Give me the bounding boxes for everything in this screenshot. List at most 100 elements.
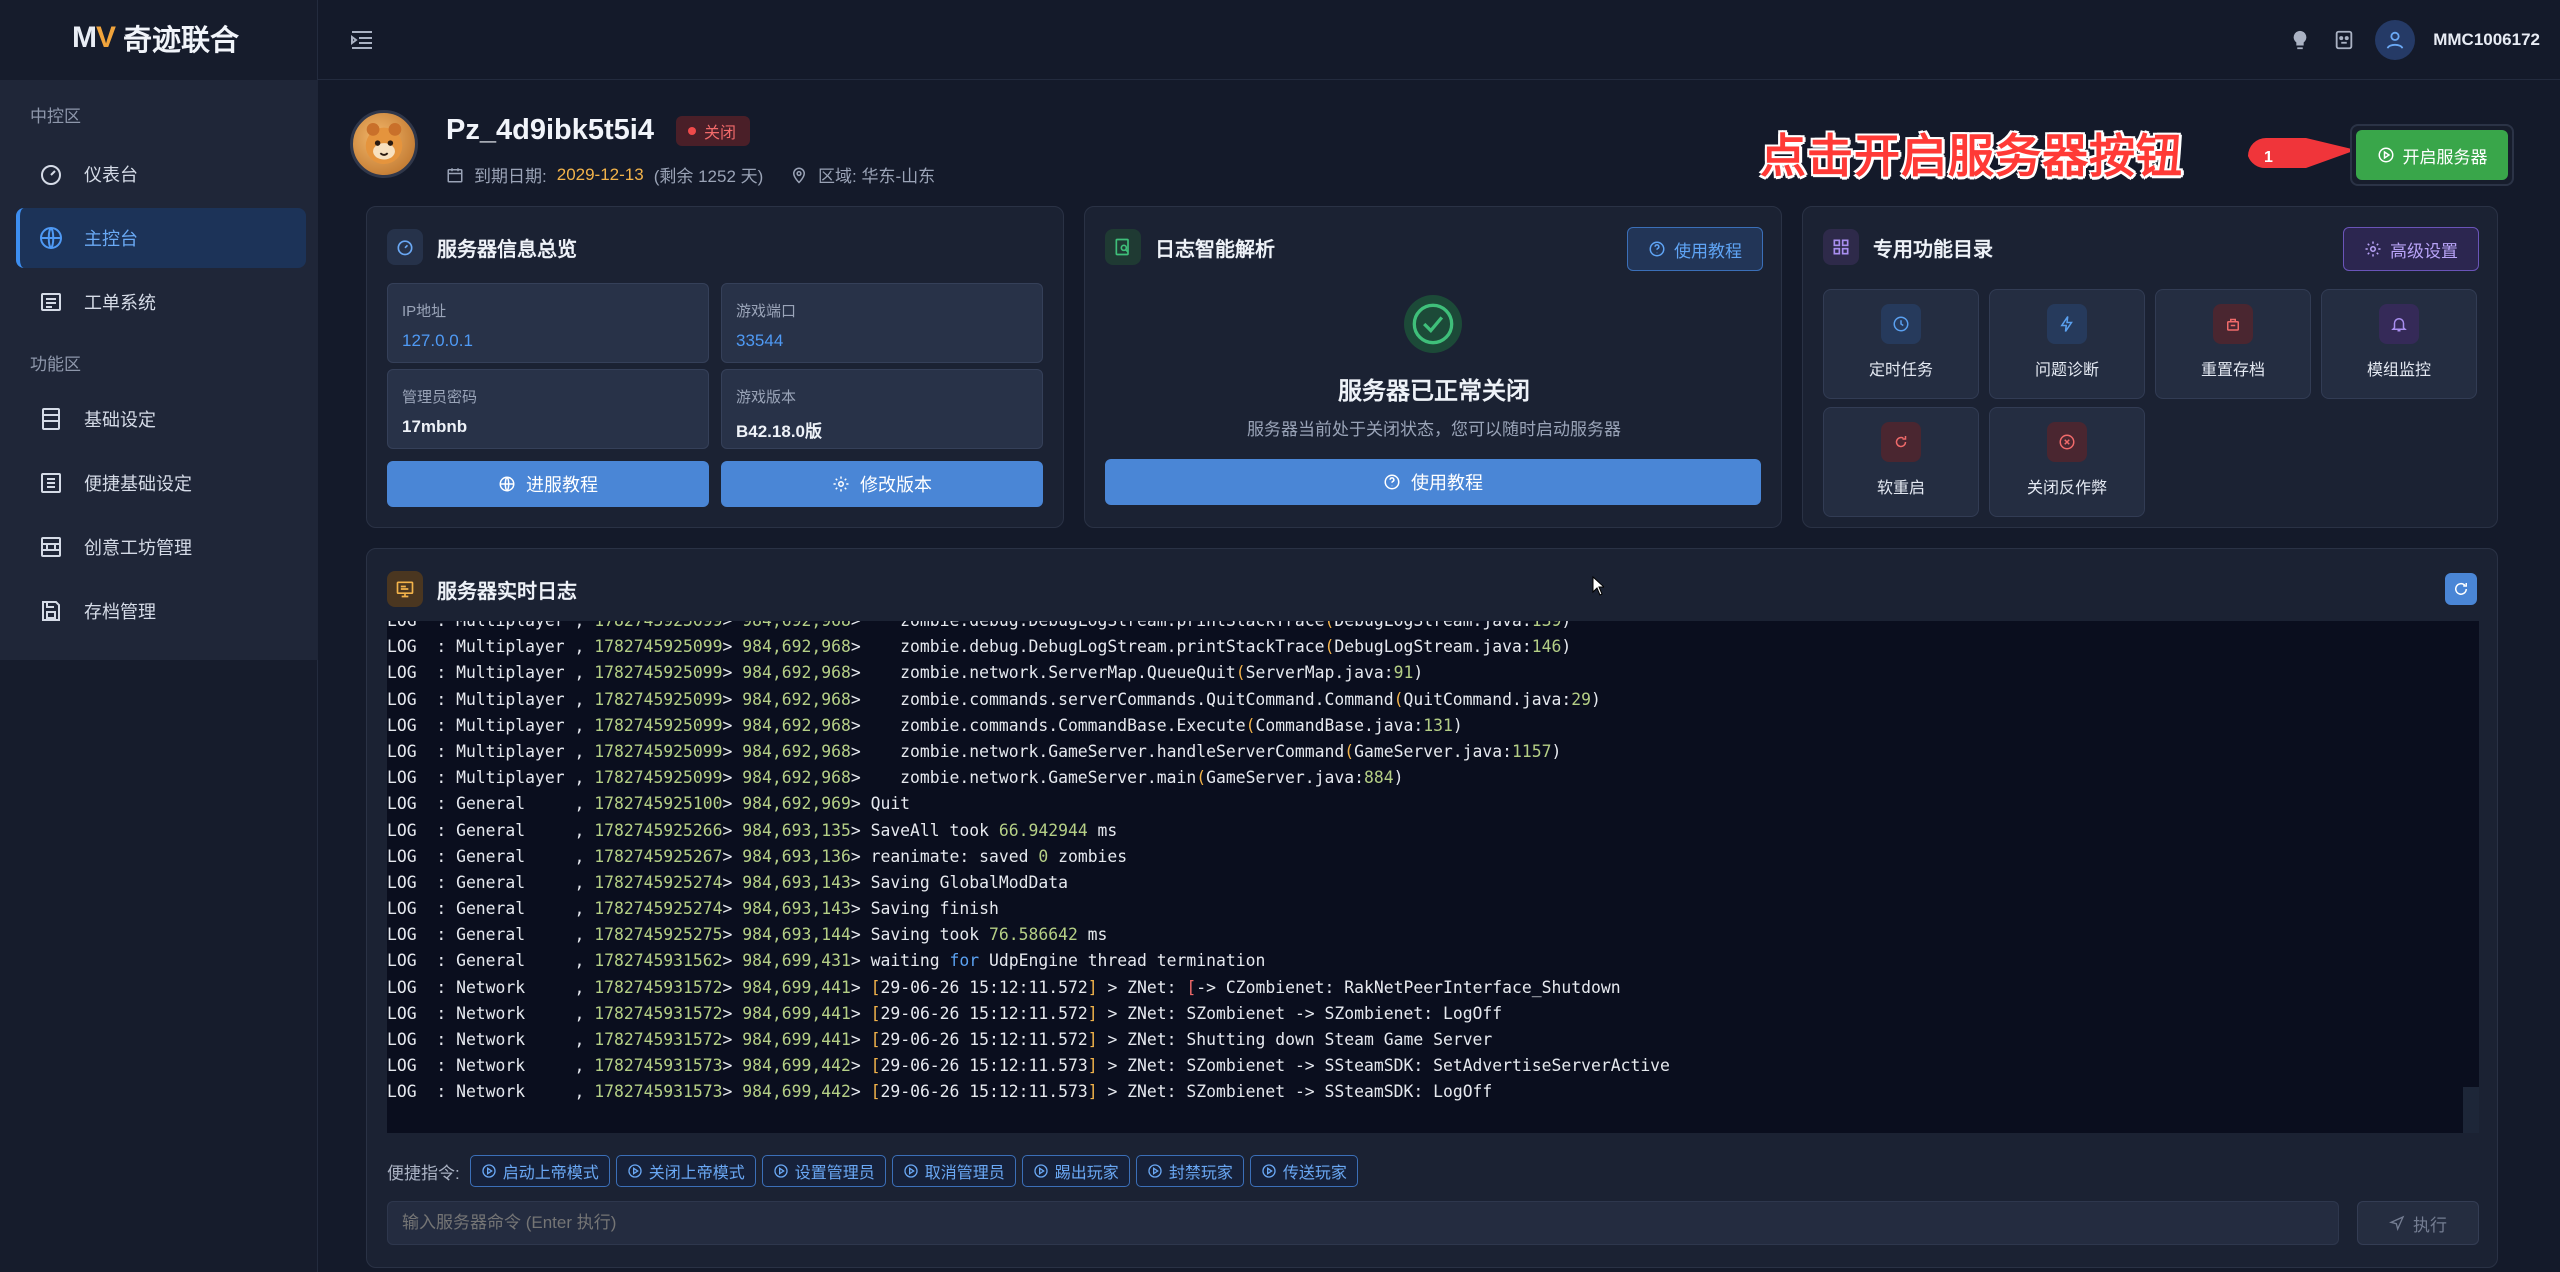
status-dot-icon (688, 127, 696, 135)
status-badge: 关闭 (676, 116, 751, 146)
port-value[interactable]: 33544 (736, 331, 1028, 351)
shortcut-ban-player[interactable]: 封禁玩家 (1135, 1155, 1244, 1187)
gear-icon (833, 476, 849, 492)
server-info-card: 服务器信息总览 IP地址 127.0.0.1 游戏端口 33544 管理员密码 … (366, 206, 1064, 528)
ip-box: IP地址 127.0.0.1 (387, 283, 709, 363)
port-box: 游戏端口 33544 (721, 283, 1043, 363)
sidebar-item-console[interactable]: 主控台 (16, 208, 306, 268)
sidebar-item-basic-settings[interactable]: 基础设定 (16, 389, 306, 449)
sidebar-item-quick-settings[interactable]: 便捷基础设定 (16, 453, 306, 513)
logo-mark: MV (72, 21, 116, 54)
log-scrollbar[interactable] (2463, 621, 2479, 1133)
top-right-actions: MMC1006172 (2287, 0, 2560, 80)
log-line: LOG : General , 1782745925266> 984,693,1… (387, 820, 1118, 840)
sidebar-item-label: 创意工坊管理 (84, 538, 192, 558)
restart-icon (1881, 422, 1921, 462)
grid-icon (1823, 229, 1859, 265)
feature-disable-anticheat[interactable]: 关闭反作弊 (1989, 407, 2145, 517)
card-title: 服务器信息总览 (387, 229, 577, 265)
log-line: LOG : Network , 1782745931572> 984,699,4… (387, 1030, 1493, 1049)
card-title: 服务器实时日志 (387, 571, 577, 607)
start-server-button[interactable]: 开启服务器 (2350, 124, 2514, 186)
robot-icon[interactable] (2331, 27, 2357, 53)
sidebar-menu: 中控区 仪表台 主控台 工单系统 功能区 基础设定 便捷基础设定 创意工坊管理 … (0, 80, 318, 660)
version-value: B42.18.0版 (736, 422, 822, 441)
realtime-log-card: 服务器实时日志 LOG : Multiplayer , 178274592509… (366, 548, 2498, 1268)
password-box: 管理员密码 17mbnb (387, 369, 709, 449)
shortcut-teleport-player[interactable]: 传送玩家 (1249, 1155, 1358, 1187)
refresh-log-button[interactable] (2445, 573, 2477, 605)
play-circle-icon (2378, 147, 2393, 163)
advanced-settings-button[interactable]: 高级设置 (2343, 227, 2479, 271)
log-line: LOG : Multiplayer , 1782745925099> 984,6… (387, 741, 1562, 761)
sidebar-item-label: 仪表台 (84, 165, 138, 185)
log-line: LOG : Network , 1782745931572> 984,699,4… (387, 1003, 1503, 1023)
refresh-icon (2455, 582, 2467, 595)
log-line: LOG : General , 1782745925267> 984,693,1… (387, 846, 1128, 866)
sidebar: MV 奇迹联合 中控区 仪表台 主控台 工单系统 功能区 基础设定 便捷基础设定… (0, 0, 318, 1272)
sidebar-item-label: 便捷基础设定 (84, 474, 192, 494)
lightbulb-icon[interactable] (2287, 27, 2313, 53)
shortcut-kick-player[interactable]: 踢出玩家 (1021, 1155, 1130, 1187)
log-output[interactable]: LOG : Multiplayer , 1782745925099> 984,6… (387, 621, 2479, 1133)
shortcut-god-mode-on[interactable]: 启动上帝模式 (469, 1155, 610, 1187)
calendar-icon (447, 167, 463, 182)
change-version-button[interactable]: 修改版本 (721, 461, 1043, 507)
card-title: 专用功能目录 (1823, 229, 1993, 265)
check-circle-icon (1404, 295, 1462, 353)
shortcut-set-admin[interactable]: 设置管理员 (761, 1155, 886, 1187)
help-icon (1384, 474, 1400, 490)
log-line: LOG : General , 1782745925274> 984,693,1… (387, 872, 1068, 892)
log-line: LOG : Network , 1782745931573> 984,699,4… (387, 1056, 1670, 1076)
join-tutorial-button[interactable]: 进服教程 (387, 461, 709, 507)
log-line: LOG : Multiplayer , 1782745925099> 984,6… (387, 689, 1601, 709)
bell-icon (2379, 304, 2419, 344)
log-line: LOG : General , 1782745925275> 984,693,1… (387, 925, 1108, 945)
mouse-cursor-icon (1592, 576, 1604, 596)
menu-toggle-icon[interactable] (348, 26, 376, 54)
log-bottom-tutorial-button[interactable]: 使用教程 (1105, 459, 1761, 505)
log-status-title: 服务器已正常关闭 (1338, 378, 1530, 405)
execute-button[interactable]: 执行 (2357, 1201, 2479, 1245)
command-input[interactable] (387, 1201, 2339, 1245)
username[interactable]: MMC1006172 (2433, 30, 2540, 50)
workshop-icon (38, 534, 64, 560)
sidebar-item-dashboard[interactable]: 仪表台 (16, 144, 306, 204)
close-circle-icon (2047, 422, 2087, 462)
shortcut-god-mode-off[interactable]: 关闭上帝模式 (615, 1155, 756, 1187)
log-line: LOG : Multiplayer , 1782745925099> 984,6… (387, 637, 1572, 657)
ip-value[interactable]: 127.0.0.1 (402, 331, 694, 351)
feature-soft-restart[interactable]: 软重启 (1823, 407, 1979, 517)
sidebar-item-workshop[interactable]: 创意工坊管理 (16, 517, 306, 577)
feature-scheduled-tasks[interactable]: 定时任务 (1823, 289, 1979, 399)
feature-mod-monitor[interactable]: 模组监控 (2321, 289, 2477, 399)
section-title-control: 中控区 (30, 107, 81, 126)
brand-logo[interactable]: MV 奇迹联合 (72, 18, 239, 58)
log-line: LOG : Multiplayer , 1782745925099> 984,6… (387, 663, 1424, 683)
log-line: LOG : General , 1782745931562> 984,699,4… (387, 951, 1266, 971)
globe-icon (38, 225, 64, 251)
tutorial-annotation: 点击开启服务器按钮 (1760, 129, 2183, 183)
section-title-function: 功能区 (30, 355, 81, 374)
password-value[interactable]: 17mbnb (402, 417, 694, 437)
help-icon (1649, 241, 1665, 257)
feature-diagnostics[interactable]: 问题诊断 (1989, 289, 2145, 399)
location-icon (792, 167, 806, 184)
gear-icon (2365, 241, 2381, 257)
shortcut-remove-admin[interactable]: 取消管理员 (891, 1155, 1016, 1187)
server-header: Pz_4d9ibk5t5i4 关闭 到期日期: 2029-12-13 (剩余 125… (350, 110, 1850, 190)
send-icon (2389, 1215, 2405, 1231)
user-avatar[interactable] (2375, 20, 2416, 60)
document-search-icon (1105, 229, 1141, 265)
gauge-icon (387, 229, 423, 265)
feature-reset-save[interactable]: 重置存档 (2155, 289, 2311, 399)
log-line: LOG : Network , 1782745931573> 984,699,4… (387, 1082, 1493, 1102)
ticket-icon (38, 289, 64, 315)
sidebar-item-label: 工单系统 (84, 293, 156, 313)
log-analysis-card: 日志智能解析 使用教程 服务器已正常关闭 服务器当前处于关闭状态，您可以随时启动… (1084, 206, 1782, 528)
sidebar-item-saves[interactable]: 存档管理 (16, 581, 306, 641)
annotation-step: 1 (2264, 149, 2273, 166)
log-tutorial-button[interactable]: 使用教程 (1627, 227, 1763, 271)
sidebar-item-label: 存档管理 (84, 602, 156, 622)
sidebar-item-tickets[interactable]: 工单系统 (16, 272, 306, 332)
